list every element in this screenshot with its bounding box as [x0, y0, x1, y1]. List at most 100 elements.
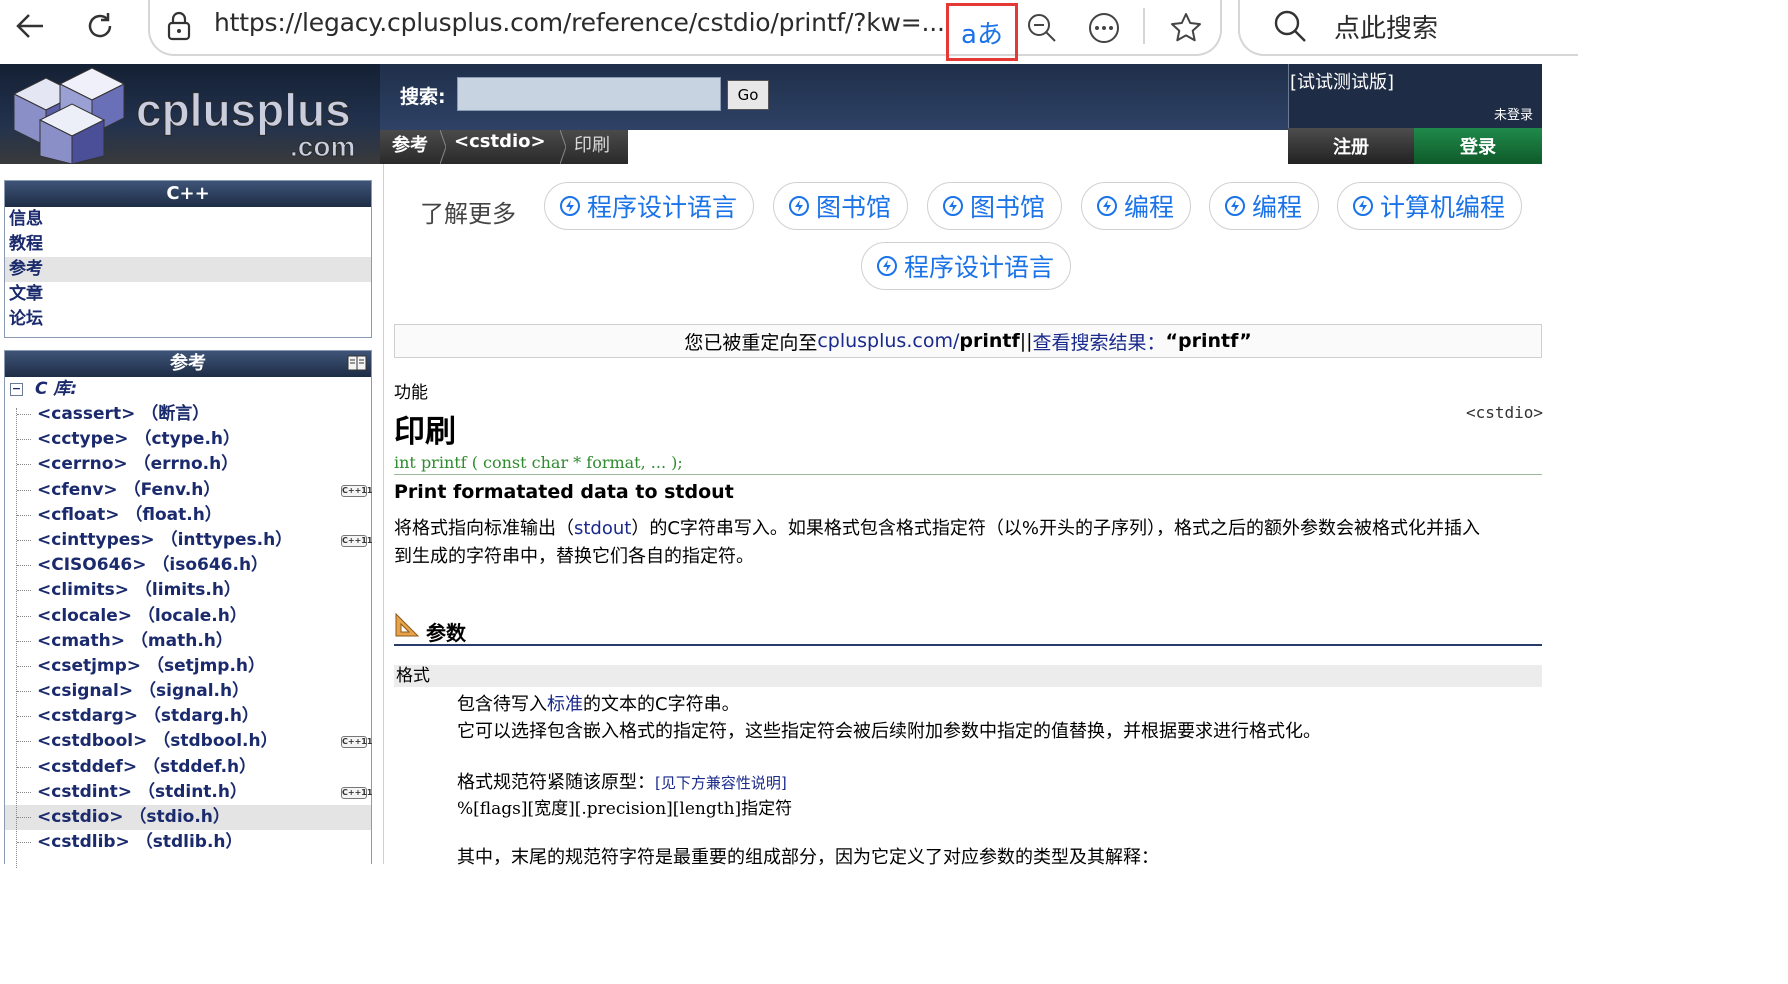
list-item[interactable]: <cstdarg> （stdarg.h）	[5, 704, 371, 729]
topic-chip[interactable]: 编程	[1209, 182, 1320, 230]
sidebar-item-information[interactable]: 信息	[5, 207, 371, 232]
login-button[interactable]: 登录	[1414, 128, 1542, 164]
param-desc-line: 格式规范符紧随该原型：[见下方兼容性说明]	[457, 772, 787, 793]
list-item-label: <climits> （limits.h）	[37, 580, 241, 601]
search-results-link[interactable]: 查看搜索结果：	[1033, 328, 1166, 355]
star-icon	[1171, 13, 1201, 42]
list-item-label: <cctype> （ctype.h）	[37, 429, 241, 450]
topic-chip[interactable]: 编程	[1081, 182, 1192, 230]
compatibility-note-link[interactable]: [见下方兼容性说明]	[655, 774, 787, 792]
list-item[interactable]: <csignal> （signal.h）	[5, 679, 371, 704]
cpp11-badge: C++11	[341, 736, 373, 749]
breadcrumb-reference[interactable]: 参考	[392, 131, 428, 157]
sidebar-item-tutorials[interactable]: 教程	[5, 232, 371, 257]
list-item-label: <cmath> （math.h）	[37, 630, 233, 651]
list-item[interactable]: <cctype> （ctype.h）	[5, 427, 371, 452]
header-tag[interactable]: <cstdio>	[1466, 403, 1543, 422]
register-button[interactable]: 注册	[1288, 128, 1414, 164]
list-item[interactable]: <cinttypes> （inttypes.h） C++11	[5, 528, 373, 553]
list-item-label: <cstdint> （stdint.h）	[37, 781, 247, 802]
reference-list: <cassert> （断言） <cctype> （ctype.h） <cerrno>…	[5, 402, 373, 855]
list-item[interactable]: <climits> （limits.h）	[5, 578, 371, 603]
list-item[interactable]: <cmath> （math.h）	[5, 629, 371, 654]
list-item[interactable]: <cstdio> （stdio.h）	[5, 805, 371, 831]
parameters-heading: 参数	[426, 621, 466, 645]
login-status: 未登录	[1494, 108, 1534, 123]
logo-domain: .com	[290, 131, 355, 162]
topic-chip[interactable]: 计算机编程	[1337, 182, 1523, 230]
sidebar-item-reference[interactable]: 参考	[5, 257, 371, 282]
list-item-label: <cassert> （断言）	[37, 404, 210, 424]
list-item-label: <cstdlib> （stdlib.h）	[37, 832, 243, 853]
topic-chip[interactable]: 图书馆	[927, 182, 1063, 230]
stdout-ref-link[interactable]: 标准	[547, 694, 583, 715]
breadcrumb-cstdio[interactable]: <cstdio>	[454, 131, 546, 152]
url-text[interactable]: https://legacy.cplusplus.com/reference/c…	[214, 8, 944, 37]
search-term: “printf”	[1165, 330, 1252, 352]
param-desc-line: 其中，末尾的规范符字符是最重要的组成部分，因为它定义了对应参数的类型及其解释：	[457, 847, 1159, 868]
topic-chip[interactable]: 程序设计语言	[861, 242, 1072, 290]
sidebar-cpp-box: C++ 信息 教程 参考 文章 论坛	[4, 180, 372, 338]
more-options-button[interactable]	[1084, 8, 1124, 48]
zoom-out-button[interactable]	[1022, 8, 1062, 48]
favorite-button[interactable]	[1166, 8, 1206, 48]
parameters-rule	[394, 644, 1542, 646]
translate-icon: aあ	[961, 19, 1003, 50]
site-search-input[interactable]	[457, 77, 721, 111]
go-button[interactable]: Go	[727, 80, 769, 110]
function-description: 将格式指向标准输出（stdout）的C字符串写入。如果格式包含格式指定符（以%开…	[394, 518, 1481, 567]
logo-wordmark: cplusplus	[136, 84, 351, 136]
site-logo[interactable]: cplusplus .com	[0, 64, 380, 164]
list-item[interactable]: <cfenv> （Fenv.h） C++11	[5, 478, 372, 503]
list-item[interactable]: <cstddef> （stddef.h）	[5, 755, 371, 780]
reload-button[interactable]	[78, 6, 122, 46]
logo-cubes-icon	[12, 67, 126, 164]
list-item[interactable]: <cstdbool> （stdbool.h） C++11	[5, 729, 373, 754]
ellipsis-icon	[1089, 13, 1119, 43]
topic-chip[interactable]: 图书馆	[773, 182, 909, 230]
list-item[interactable]: <csetjmp> （setjmp.h）	[5, 654, 371, 679]
sidebar-item-articles[interactable]: 文章	[5, 282, 371, 307]
tree-c-library[interactable]: − C 库:	[5, 377, 371, 402]
back-button[interactable]	[8, 6, 52, 46]
topic-chip[interactable]: 程序设计语言	[544, 182, 755, 230]
page-title: 印刷	[394, 414, 456, 450]
list-item[interactable]: <cerrno> （errno.h）	[5, 452, 371, 477]
list-item-label: <cstddef> （stddef.h）	[37, 756, 257, 777]
redirect-link[interactable]: cplusplus.com/	[817, 330, 959, 352]
translate-button[interactable]: aあ	[946, 3, 1018, 61]
set-square-icon	[395, 612, 420, 637]
list-item-label: <cstdbool> （stdbool.h）	[37, 731, 278, 752]
param-desc-line: 它可以选择包含嵌入格式的指定符，这些指定符会被后续附加参数中指定的值替换，并根据…	[457, 721, 1321, 742]
bolt-circle-icon	[877, 256, 897, 276]
list-item[interactable]: <cstdlib> （stdlib.h）	[5, 830, 371, 855]
list-item[interactable]: <cstdint> （stdint.h） C++11	[5, 780, 373, 805]
book-icon[interactable]	[347, 354, 367, 372]
bolt-circle-icon	[789, 196, 809, 216]
list-item[interactable]: <cassert> （断言）	[5, 402, 371, 427]
list-item-label: <csetjmp> （setjmp.h）	[37, 655, 266, 676]
try-beta-link[interactable]: [试试测试版]	[1290, 68, 1394, 94]
learn-more-label: 了解更多	[420, 200, 516, 228]
sidebar-item-forum[interactable]: 论坛	[5, 307, 371, 332]
list-item-label: <cstdio> （stdio.h）	[37, 807, 230, 827]
collapse-icon[interactable]: −	[10, 383, 23, 396]
list-item[interactable]: <cfloat> （float.h）	[5, 503, 371, 528]
format-spec-prototype: %[flags][宽度][.precision][length]指定符	[457, 799, 793, 819]
cpp11-badge: C++11	[341, 786, 373, 799]
redirect-keyword: printf	[959, 330, 1020, 352]
breadcrumb-separator-icon	[440, 130, 446, 164]
breadcrumb-current: 印刷	[574, 135, 610, 156]
lock-icon[interactable]	[164, 10, 194, 42]
zoom-out-icon	[1028, 14, 1056, 42]
stdout-link[interactable]: stdout	[574, 518, 631, 539]
list-item-label: <clocale> （locale.h）	[37, 605, 247, 626]
bolt-circle-icon	[1353, 196, 1373, 216]
browser-search-placeholder: 点此搜索	[1334, 14, 1439, 44]
bolt-circle-icon	[560, 196, 580, 216]
content-divider	[383, 164, 384, 864]
list-item[interactable]: <CISO646> （iso646.h）	[5, 553, 371, 578]
list-item[interactable]: <clocale> （locale.h）	[5, 604, 371, 629]
bolt-circle-icon	[1097, 196, 1117, 216]
cpp11-badge: C++11	[341, 534, 373, 547]
